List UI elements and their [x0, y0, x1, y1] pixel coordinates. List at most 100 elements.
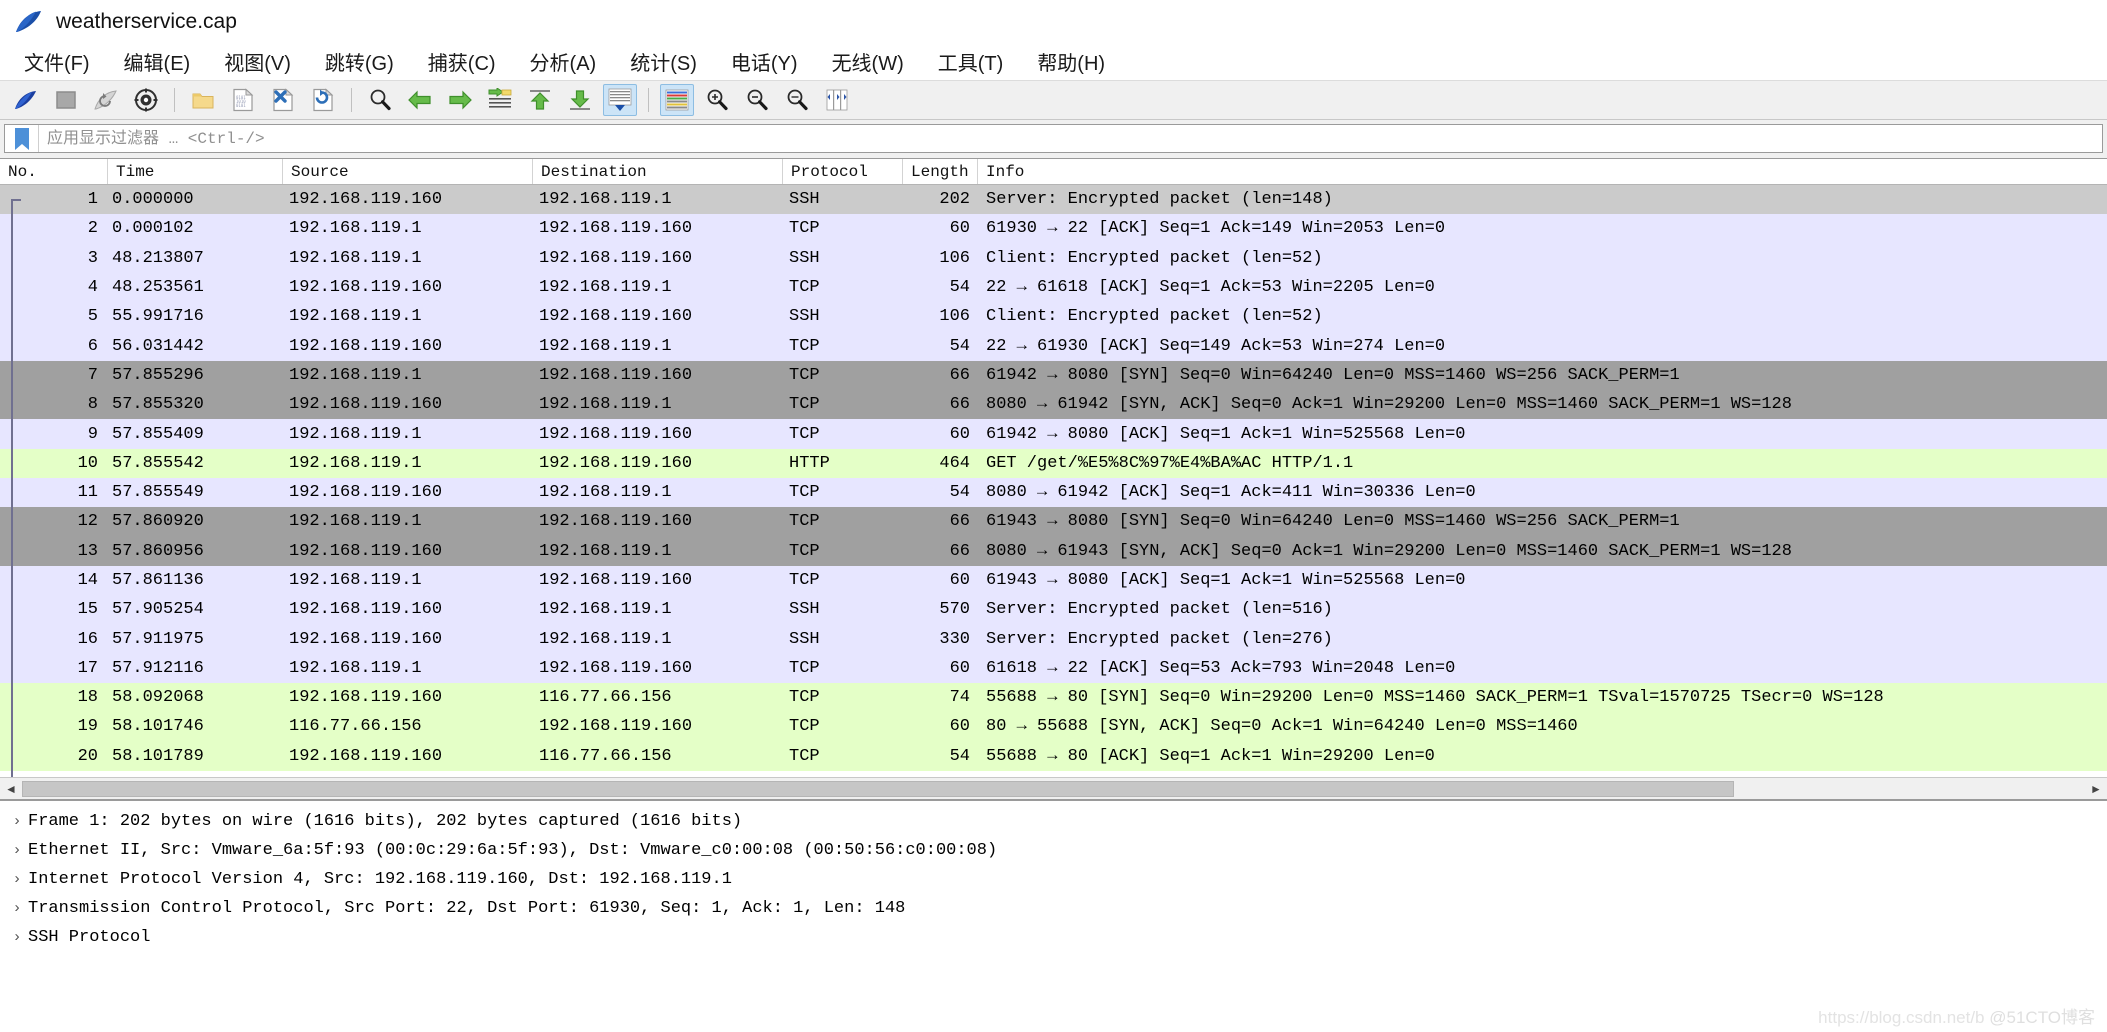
go-to-packet-icon[interactable]: [483, 84, 517, 116]
display-filter-input[interactable]: [39, 125, 2102, 152]
menu-telephony[interactable]: 电话(Y): [719, 45, 810, 78]
column-header-source[interactable]: Source: [283, 159, 533, 184]
chevron-right-icon[interactable]: ›: [6, 813, 28, 830]
menu-help[interactable]: 帮助(H): [1025, 45, 1117, 78]
packet-no: 19: [77, 717, 98, 737]
menu-file[interactable]: 文件(F): [12, 45, 102, 78]
scroll-left-arrow[interactable]: ◄: [0, 778, 22, 799]
detail-tree-item[interactable]: › Internet Protocol Version 4, Src: 192.1…: [0, 865, 2107, 894]
packet-row[interactable]: 3 48.213807 192.168.119.1 192.168.119.160 SS…: [0, 243, 2107, 273]
menu-wireless[interactable]: 无线(W): [820, 45, 916, 78]
go-to-last-packet-icon[interactable]: [563, 84, 597, 116]
packet-detail-pane[interactable]: › Frame 1: 202 bytes on wire (1616 bits),…: [0, 799, 2107, 1032]
menu-statistics[interactable]: 统计(S): [618, 45, 709, 78]
stop-capture-icon[interactable]: [49, 84, 83, 116]
packet-row[interactable]: 18 58.092068 192.168.119.160 116.77.66.156 T…: [0, 683, 2107, 713]
hscroll-thumb[interactable]: [22, 780, 1735, 797]
reload-file-icon[interactable]: [306, 84, 340, 116]
packet-list-hscrollbar[interactable]: ◄ ►: [0, 777, 2107, 799]
packet-no: 17: [77, 658, 98, 678]
column-header-info[interactable]: Info: [978, 159, 2107, 184]
capture-options-icon[interactable]: [129, 84, 163, 116]
menu-capture[interactable]: 捕获(C): [416, 45, 508, 78]
packet-time: 48.253561: [112, 278, 204, 298]
packet-info: 8080 → 61943 [SYN, ACK] Seq=0 Ack=1 Win=…: [986, 541, 1792, 561]
zoom-in-icon[interactable]: [700, 84, 734, 116]
go-forward-icon[interactable]: [443, 84, 477, 116]
packet-row[interactable]: 6 56.031442 192.168.119.160 192.168.119.1 TC…: [0, 331, 2107, 361]
colorize-packets-icon[interactable]: [660, 84, 694, 116]
packet-length: 60: [949, 219, 970, 239]
toolbar-separator: [174, 88, 175, 112]
column-header-protocol[interactable]: Protocol: [783, 159, 903, 184]
packet-destination: 192.168.119.1: [539, 336, 672, 356]
column-header-length[interactable]: Length: [903, 159, 978, 184]
packet-row[interactable]: 16 57.911975 192.168.119.160 192.168.119.1 S…: [0, 624, 2107, 654]
bookmark-icon[interactable]: [5, 125, 39, 152]
column-header-destination[interactable]: Destination: [533, 159, 783, 184]
menu-bar: 文件(F) 编辑(E) 视图(V) 跳转(G) 捕获(C) 分析(A) 统计(S…: [0, 43, 2107, 80]
zoom-out-icon[interactable]: [740, 84, 774, 116]
find-packet-icon[interactable]: [363, 84, 397, 116]
packet-row[interactable]: 17 57.912116 192.168.119.1 192.168.119.160 T…: [0, 653, 2107, 684]
save-file-icon[interactable]: 0101 1010 0101: [226, 84, 260, 116]
title-bar: weatherservice.cap: [0, 0, 2107, 43]
display-filter-wrapper[interactable]: [4, 124, 2103, 153]
packet-row[interactable]: 12 57.860920 192.168.119.1 192.168.119.160 T…: [0, 507, 2107, 537]
packet-row[interactable]: 7 57.855296 192.168.119.1 192.168.119.160 TC…: [0, 360, 2107, 391]
detail-tree-item[interactable]: › Frame 1: 202 bytes on wire (1616 bits),…: [0, 807, 2107, 836]
packet-row[interactable]: 2 0.000102 192.168.119.1 192.168.119.160 TCP…: [0, 214, 2107, 244]
packet-row[interactable]: 14 57.861136 192.168.119.1 192.168.119.160 T…: [0, 565, 2107, 596]
packet-info: Server: Encrypted packet (len=516): [986, 600, 1333, 620]
restart-capture-icon[interactable]: [89, 84, 123, 116]
menu-view[interactable]: 视图(V): [212, 45, 303, 78]
detail-tree-item[interactable]: › SSH Protocol: [0, 923, 2107, 952]
toolbar-separator: [351, 88, 352, 112]
packet-row[interactable]: 8 57.855320 192.168.119.160 192.168.119.1 TC…: [0, 390, 2107, 420]
packet-protocol: TCP: [789, 512, 820, 532]
packet-no: 15: [77, 600, 98, 620]
resize-columns-icon[interactable]: [820, 84, 854, 116]
column-header-no[interactable]: No.: [0, 159, 108, 184]
detail-tree-item[interactable]: › Ethernet II, Src: Vmware_6a:5f:93 (00:0…: [0, 836, 2107, 865]
start-capture-icon[interactable]: [9, 84, 43, 116]
packet-row[interactable]: 15 57.905254 192.168.119.160 192.168.119.1 S…: [0, 595, 2107, 625]
chevron-right-icon[interactable]: ›: [6, 842, 28, 859]
open-file-icon[interactable]: [186, 84, 220, 116]
packet-protocol: TCP: [789, 658, 820, 678]
menu-analyze[interactable]: 分析(A): [518, 45, 609, 78]
chevron-right-icon[interactable]: ›: [6, 871, 28, 888]
close-file-icon[interactable]: [266, 84, 300, 116]
hscroll-track[interactable]: [22, 779, 2085, 798]
packet-row[interactable]: 19 58.101746 116.77.66.156 192.168.119.160 T…: [0, 712, 2107, 742]
menu-tools[interactable]: 工具(T): [926, 45, 1016, 78]
normal-size-icon[interactable]: [780, 84, 814, 116]
auto-scroll-icon[interactable]: [603, 84, 637, 116]
packet-length: 330: [939, 629, 970, 649]
detail-tree-item[interactable]: › Transmission Control Protocol, Src Port…: [0, 894, 2107, 923]
packet-row[interactable]: 20 58.101789 192.168.119.160 116.77.66.156 T…: [0, 741, 2107, 771]
menu-go[interactable]: 跳转(G): [313, 45, 406, 78]
packet-source: 192.168.119.1: [289, 307, 422, 327]
chevron-right-icon[interactable]: ›: [6, 900, 28, 917]
menu-edit[interactable]: 编辑(E): [112, 45, 203, 78]
packet-protocol: TCP: [789, 688, 820, 708]
packet-time: 57.860920: [112, 512, 204, 532]
packet-list: No. Time Source Destination Protocol Len…: [0, 158, 2107, 799]
go-back-icon[interactable]: [403, 84, 437, 116]
packet-row[interactable]: 11 57.855549 192.168.119.160 192.168.119.1 T…: [0, 477, 2107, 508]
column-header-time[interactable]: Time: [108, 159, 283, 184]
packet-row[interactable]: 5 55.991716 192.168.119.1 192.168.119.160 SS…: [0, 302, 2107, 332]
packet-row[interactable]: 9 57.855409 192.168.119.1 192.168.119.160 TC…: [0, 419, 2107, 449]
packet-list-body[interactable]: 1 0.000000 192.168.119.160 192.168.119.1 SSH…: [0, 185, 2107, 777]
packet-row[interactable]: 4 48.253561 192.168.119.160 192.168.119.1 TC…: [0, 272, 2107, 303]
packet-protocol: TCP: [789, 365, 820, 385]
go-to-first-packet-icon[interactable]: [523, 84, 557, 116]
scroll-right-arrow[interactable]: ►: [2085, 778, 2107, 799]
chevron-right-icon[interactable]: ›: [6, 929, 28, 946]
packet-row[interactable]: 1 0.000000 192.168.119.160 192.168.119.1 SSH…: [0, 185, 2107, 215]
packet-row[interactable]: 13 57.860956 192.168.119.160 192.168.119.1 T…: [0, 536, 2107, 566]
packet-destination: 192.168.119.160: [539, 453, 693, 473]
packet-protocol: TCP: [789, 541, 820, 561]
packet-row[interactable]: 10 57.855542 192.168.119.1 192.168.119.160 H…: [0, 448, 2107, 478]
